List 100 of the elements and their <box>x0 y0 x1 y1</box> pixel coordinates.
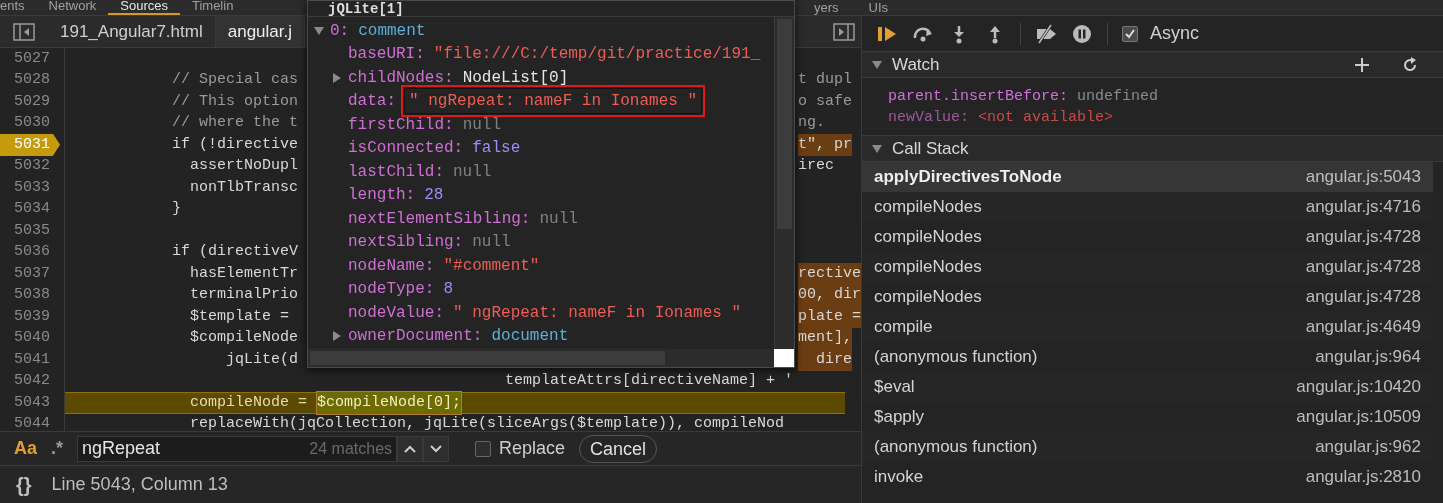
frame-location: angular.js:2810 <box>1305 466 1421 489</box>
function-name: compileNodes <box>874 196 982 219</box>
code-text: // where the t <box>172 113 299 133</box>
horizontal-scrollbar[interactable] <box>308 349 774 367</box>
line-number[interactable]: 5030 <box>14 112 60 135</box>
function-name: compile <box>874 316 933 339</box>
watch-expression: parent.insertBefore: <box>888 87 1069 105</box>
panel-tab[interactable]: Network <box>36 0 109 15</box>
function-name: $eval <box>874 376 915 399</box>
line-number[interactable]: 5027 <box>14 48 60 70</box>
property-name: 0: <box>330 20 350 42</box>
line-number[interactable]: 5032 <box>14 155 60 178</box>
highlighted-code-text: t", pr <box>798 133 852 156</box>
code-text: o safe <box>798 91 852 112</box>
line-number[interactable]: 5037 <box>14 262 60 285</box>
async-checkbox[interactable] <box>1122 25 1138 42</box>
watch-value: undefined <box>1077 87 1159 105</box>
scrollbar-corner <box>774 349 794 367</box>
code-text: t dupl <box>798 70 852 90</box>
line-number[interactable]: 5035 <box>14 219 60 242</box>
highlighted-code-text: ment], <box>798 327 852 350</box>
line-number[interactable]: 5040 <box>14 327 60 350</box>
pause-icon[interactable] <box>1071 23 1093 44</box>
property-name: nextElementSibling: <box>348 208 531 230</box>
code-text: templateAttrs[directiveName] + ' <box>504 371 794 391</box>
collapse-triangle-icon[interactable] <box>872 143 882 154</box>
line-number[interactable]: 5038 <box>14 284 60 307</box>
line-number[interactable]: 5028 <box>14 69 60 92</box>
vertical-scrollbar[interactable] <box>774 17 794 349</box>
code-text: } <box>172 199 181 219</box>
search-match: $compileNode[0]; <box>316 390 463 415</box>
editor-tab[interactable]: angular.j <box>215 16 305 47</box>
sidebar-toggle-icon[interactable] <box>13 22 35 41</box>
highlighted-code-text: 00, dir <box>798 284 861 307</box>
code-text: // Special cas <box>172 70 299 90</box>
highlighted-code-text: rective <box>798 262 861 285</box>
panel-tab[interactable]: ents <box>0 0 37 15</box>
expand-triangle-icon[interactable] <box>332 72 342 83</box>
line-number[interactable]: 5029 <box>14 90 60 113</box>
code-text: irec <box>798 156 834 176</box>
line-number[interactable]: 5041 <box>14 348 60 371</box>
search-field[interactable]: ngRepeat 24 matches <box>77 435 398 462</box>
watch-expression: newValue: <box>888 108 969 126</box>
code-text: $compileNode <box>189 328 299 348</box>
pretty-print-button[interactable]: {} <box>16 469 32 500</box>
popover-title: jQLite[1] <box>328 2 404 16</box>
property-value: null <box>462 114 502 136</box>
property-name: nodeValue: <box>348 302 444 324</box>
function-name: (anonymous function) <box>874 346 1038 369</box>
async-label: Async <box>1150 22 1200 45</box>
frame-location: angular.js:4728 <box>1305 226 1421 249</box>
debugger-toggle-icon[interactable] <box>833 22 855 41</box>
frame-location: angular.js:10420 <box>1296 376 1421 399</box>
code-text: terminalPrio <box>189 285 299 305</box>
property-name: baseURI: <box>348 44 425 66</box>
line-number[interactable]: 5034 <box>14 198 60 221</box>
line-number[interactable]: 5039 <box>14 305 60 328</box>
property-value: false <box>472 138 521 160</box>
chevron-down-icon <box>430 444 443 453</box>
panel-tab[interactable]: Timelin <box>179 0 246 15</box>
line-number[interactable]: 5044 <box>14 413 60 431</box>
frame-location: angular.js:10509 <box>1296 406 1421 429</box>
section-title[interactable]: Call Stack <box>892 135 969 162</box>
function-name: $apply <box>874 406 925 429</box>
frame-location: angular.js:4649 <box>1305 316 1421 339</box>
function-name: (anonymous function) <box>874 436 1038 459</box>
code-text: nonTlbTransc <box>189 177 299 198</box>
match-case-toggle[interactable]: Aa <box>14 435 37 462</box>
property-name: ownerDocument: <box>348 326 483 348</box>
search-input-text: ngRepeat <box>82 437 162 460</box>
replace-checkbox[interactable] <box>475 440 492 457</box>
function-name: compileNodes <box>874 256 982 279</box>
code-text: ng. <box>798 113 825 133</box>
expand-triangle-icon[interactable] <box>332 331 342 342</box>
function-name: invoke <box>874 466 924 489</box>
property-name: childNodes: <box>348 67 454 89</box>
line-number[interactable]: 5036 <box>14 241 60 264</box>
property-value: "#comment" <box>443 255 540 277</box>
next-match-button[interactable] <box>423 435 450 462</box>
call-frame[interactable]: applyDirectivesToNode angular.js:5043 <box>862 162 1433 192</box>
deactivate-breakpoints-icon[interactable] <box>1035 23 1057 44</box>
function-name: compileNodes <box>874 286 982 309</box>
line-number[interactable]: 5043 <box>14 391 60 414</box>
regex-toggle[interactable]: .* <box>51 435 64 462</box>
plus-icon[interactable] <box>1353 55 1371 74</box>
code-text: // This option <box>172 91 299 112</box>
refresh-icon[interactable] <box>1401 55 1419 74</box>
editor-tab[interactable]: 191_Angular7.html <box>48 16 216 47</box>
panel-tab[interactable]: yers <box>813 1 839 15</box>
line-number[interactable]: 5033 <box>14 176 60 199</box>
highlighted-code-text: dire <box>798 348 852 371</box>
previous-match-button[interactable] <box>397 435 424 462</box>
panel-tab[interactable]: UIs <box>868 1 888 15</box>
collapse-triangle-icon[interactable] <box>314 25 324 36</box>
line-number[interactable]: 5042 <box>14 370 60 393</box>
collapse-triangle-icon[interactable] <box>872 59 882 70</box>
match-count: 24 matches <box>309 438 393 459</box>
frame-location: angular.js:4728 <box>1305 286 1421 309</box>
frame-location: angular.js:4716 <box>1305 196 1421 219</box>
property-value: comment <box>358 20 426 42</box>
